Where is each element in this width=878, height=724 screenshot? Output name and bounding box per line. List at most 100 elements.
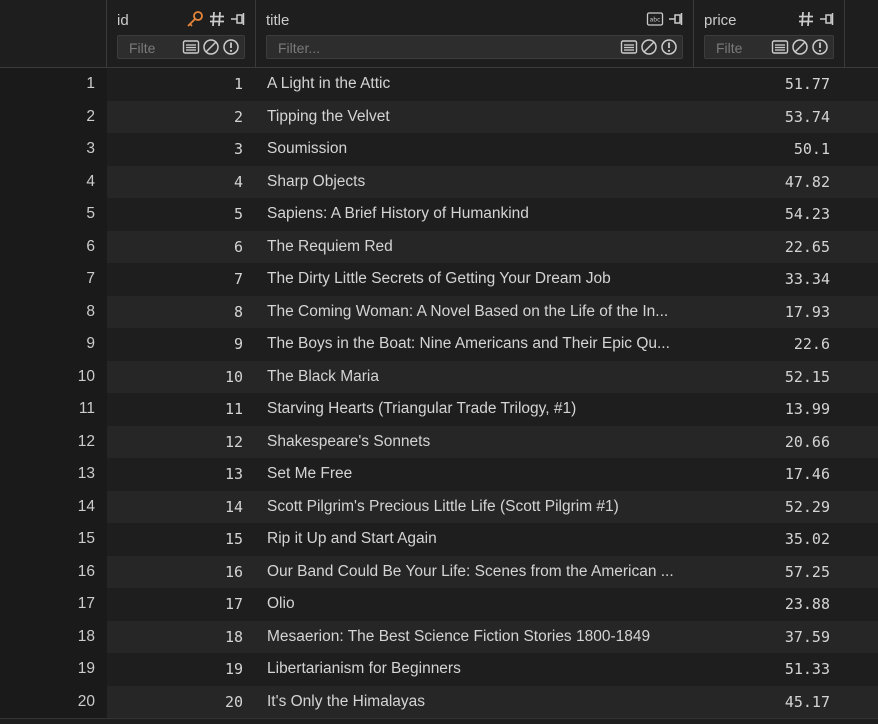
filter-null-icon[interactable] — [202, 38, 220, 56]
table-row[interactable]: 11A Light in the Attic 51.77 — [0, 68, 878, 101]
row-number-cell[interactable]: 13 — [0, 458, 107, 491]
cell-title[interactable]: Tipping the Velvet — [256, 100, 694, 133]
cell-price[interactable]: 47.82 — [694, 165, 845, 198]
cell-id[interactable]: 2 — [107, 100, 256, 133]
pin-icon[interactable] — [667, 10, 685, 32]
column-header-price[interactable]: price — [694, 0, 845, 67]
row-number-cell[interactable]: 16 — [0, 555, 107, 588]
cell-title[interactable]: Set Me Free — [256, 458, 694, 491]
cell-price[interactable]: 17.46 — [694, 458, 845, 491]
cell-id[interactable]: 4 — [107, 165, 256, 198]
table-row[interactable]: 4 4 Sharp Objects 47.82 — [0, 165, 878, 198]
cell-price[interactable]: 22.6 — [694, 328, 845, 361]
table-row[interactable]: 14 14 Scott Pilgrim's Precious Little Life… — [0, 490, 878, 523]
cell-title[interactable]: Sapiens: A Brief History of Humankind — [256, 198, 694, 231]
cell-id[interactable]: 10 — [107, 360, 256, 393]
table-row[interactable]: 3 3 Soumission 50.1 — [0, 133, 878, 166]
cell-id[interactable]: 20 — [107, 685, 256, 718]
table-row[interactable]: 8 8 The Coming Woman: A Novel Based on the… — [0, 295, 878, 328]
filter-field-price[interactable] — [704, 35, 834, 60]
cell-id[interactable]: 1 — [107, 68, 256, 101]
filter-list-icon[interactable] — [182, 38, 200, 56]
filter-not-null-icon[interactable] — [811, 38, 829, 56]
cell-title[interactable]: Mesaerion: The Best Science Fiction Stor… — [256, 620, 694, 653]
row-number-cell[interactable]: 14 — [0, 490, 107, 523]
cell-id[interactable]: 12 — [107, 425, 256, 458]
table-row[interactable]: 11 11 Starving Hearts (Triangular Trade Tr… — [0, 393, 878, 426]
cell-title[interactable]: The Boys in the Boat: Nine Americans and… — [256, 328, 694, 361]
cell-price[interactable]: 53.74 — [694, 100, 845, 133]
row-number-cell[interactable]: 19 — [0, 653, 107, 686]
cell-title[interactable]: A Light in the Attic — [256, 68, 694, 101]
filter-input-title[interactable] — [267, 36, 529, 60]
filter-null-icon[interactable] — [791, 38, 809, 56]
cell-price[interactable]: 52.15 — [694, 360, 845, 393]
table-row[interactable]: 17 17 Olio 23.88 — [0, 588, 878, 621]
cell-id[interactable]: 5 — [107, 198, 256, 231]
cell-title[interactable]: It's Only the Himalayas — [256, 685, 694, 718]
row-number-cell[interactable]: 5 — [0, 198, 107, 231]
cell-title[interactable]: Rip it Up and Start Again — [256, 523, 694, 556]
cell-title[interactable]: Our Band Could Be Your Life: Scenes from… — [256, 555, 694, 588]
table-row[interactable]: 9 9 The Boys in the Boat: Nine Americans a… — [0, 328, 878, 361]
cell-title[interactable]: Sharp Objects — [256, 165, 694, 198]
cell-title[interactable]: Libertarianism for Beginners — [256, 653, 694, 686]
cell-price[interactable]: 50.1 — [694, 133, 845, 166]
row-number-cell[interactable]: 2 — [0, 100, 107, 133]
row-number-cell[interactable]: 12 — [0, 425, 107, 458]
table-row[interactable]: 15 15 Rip it Up and Start Again 35.02 — [0, 523, 878, 556]
cell-price[interactable]: 57.25 — [694, 555, 845, 588]
column-header-title[interactable]: title abc — [256, 0, 694, 67]
cell-id[interactable]: 15 — [107, 523, 256, 556]
table-row[interactable]: 10 10 The Black Maria 52.15 — [0, 360, 878, 393]
cell-title[interactable]: Shakespeare's Sonnets — [256, 425, 694, 458]
table-row[interactable]: 16 16 Our Band Could Be Your Life: Scenes … — [0, 555, 878, 588]
filter-list-icon[interactable] — [771, 38, 789, 56]
cell-id[interactable]: 11 — [107, 393, 256, 426]
filter-list-icon[interactable] — [620, 38, 638, 56]
cell-title[interactable]: The Coming Woman: A Novel Based on the L… — [256, 295, 694, 328]
row-number-cell[interactable]: 10 — [0, 360, 107, 393]
cell-title[interactable]: Soumission — [256, 133, 694, 166]
cell-id[interactable]: 6 — [107, 230, 256, 263]
cell-price[interactable]: 13.99 — [694, 393, 845, 426]
row-number-cell[interactable]: 6 — [0, 230, 107, 263]
column-header-id[interactable]: id — [107, 0, 256, 67]
row-number-cell[interactable]: 20 — [0, 685, 107, 718]
cell-price[interactable]: 51.77 — [694, 68, 845, 101]
cell-price[interactable]: 51.33 — [694, 653, 845, 686]
table-row[interactable]: 12 12 Shakespeare's Sonnets 20.66 — [0, 425, 878, 458]
row-number-cell[interactable]: 4 — [0, 165, 107, 198]
pin-icon[interactable] — [229, 10, 247, 32]
table-row[interactable]: 2 2 Tipping the Velvet 53.74 — [0, 100, 878, 133]
cell-price[interactable]: 23.88 — [694, 588, 845, 621]
filter-not-null-icon[interactable] — [222, 38, 240, 56]
table-row[interactable]: 20 20 It's Only the Himalayas 45.17 — [0, 685, 878, 718]
cell-price[interactable]: 33.34 — [694, 263, 845, 296]
row-number-cell[interactable]: 18 — [0, 620, 107, 653]
filter-null-icon[interactable] — [640, 38, 658, 56]
row-number-cell[interactable]: 7 — [0, 263, 107, 296]
cell-price[interactable]: 35.02 — [694, 523, 845, 556]
cell-id[interactable]: 3 — [107, 133, 256, 166]
cell-price[interactable]: 17.93 — [694, 295, 845, 328]
row-number-cell[interactable]: 8 — [0, 295, 107, 328]
filter-field-title[interactable] — [266, 35, 683, 60]
table-row[interactable]: 19 19 Libertarianism for Beginners 51.33 — [0, 653, 878, 686]
cell-id[interactable]: 18 — [107, 620, 256, 653]
cell-price[interactable]: 45.17 — [694, 685, 845, 718]
cell-price[interactable]: 54.23 — [694, 198, 845, 231]
cell-id[interactable]: 19 — [107, 653, 256, 686]
table-row[interactable]: 13 13 Set Me Free 17.46 — [0, 458, 878, 491]
row-number-cell[interactable]: 17 — [0, 588, 107, 621]
cell-title[interactable]: The Dirty Little Secrets of Getting Your… — [256, 263, 694, 296]
row-number-cell[interactable]: 3 — [0, 133, 107, 166]
row-number-cell[interactable]: 9 — [0, 328, 107, 361]
table-row[interactable]: 7 7 The Dirty Little Secrets of Getting Yo… — [0, 263, 878, 296]
cell-price[interactable]: 20.66 — [694, 425, 845, 458]
table-row[interactable]: 5 5 Sapiens: A Brief History of Humankind 5… — [0, 198, 878, 231]
pin-icon[interactable] — [818, 10, 836, 32]
filter-not-null-icon[interactable] — [660, 38, 678, 56]
cell-title[interactable]: Starving Hearts (Triangular Trade Trilog… — [256, 393, 694, 426]
cell-price[interactable]: 37.59 — [694, 620, 845, 653]
